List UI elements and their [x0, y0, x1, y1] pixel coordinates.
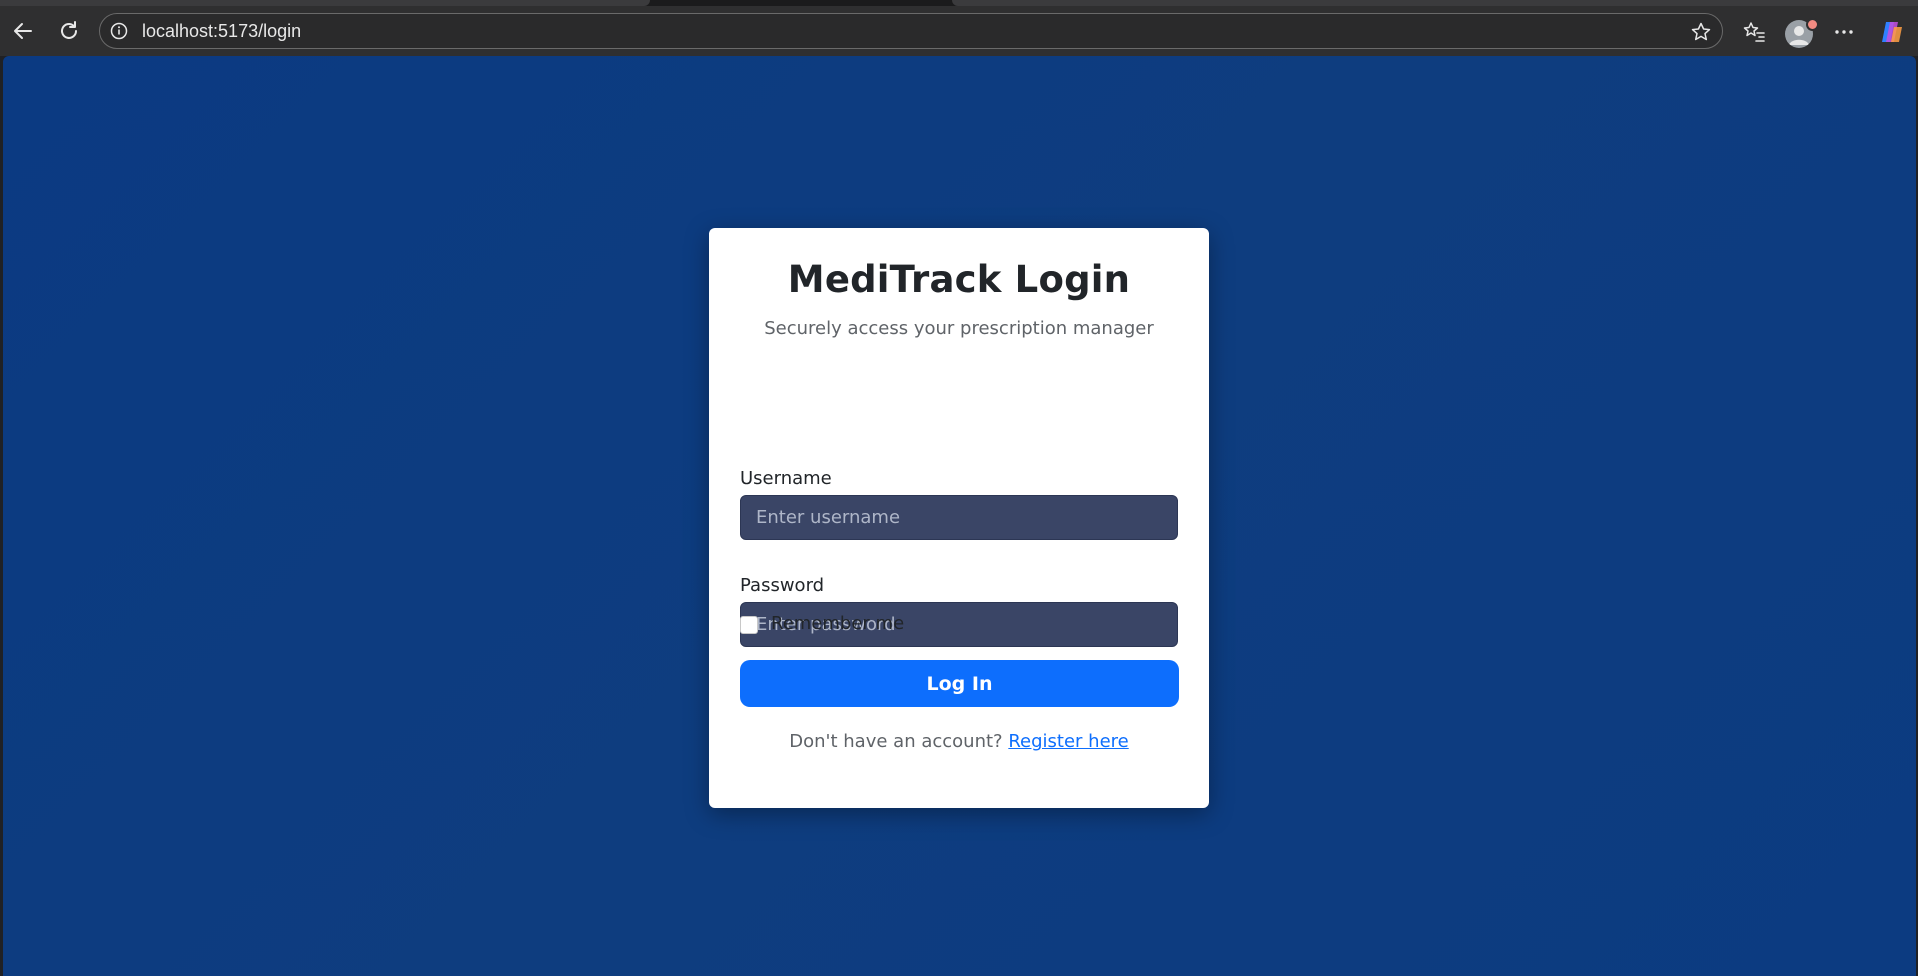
username-input[interactable]: [740, 495, 1178, 540]
copilot-button[interactable]: [1879, 19, 1905, 45]
settings-menu-button[interactable]: [1831, 19, 1857, 45]
page-subtitle: Securely access your prescription manage…: [764, 318, 1154, 339]
remember-me-checkbox[interactable]: [740, 616, 758, 634]
page-viewport: MediTrack Login Securely access your pre…: [3, 56, 1916, 976]
reload-button[interactable]: [54, 16, 84, 46]
register-link[interactable]: Register here: [1008, 731, 1128, 752]
login-card: MediTrack Login Securely access your pre…: [709, 228, 1209, 808]
copilot-icon: [1882, 22, 1902, 42]
username-label: Username: [740, 468, 832, 489]
page-title: MediTrack Login: [787, 258, 1131, 301]
favorites-button[interactable]: [1741, 19, 1767, 45]
login-button[interactable]: Log In: [740, 660, 1179, 707]
more-icon: [1835, 30, 1853, 34]
address-bar[interactable]: localhost:5173/login: [99, 13, 1723, 49]
star-icon[interactable]: [1690, 21, 1712, 43]
url-text[interactable]: localhost:5173/login: [142, 14, 301, 48]
notification-dot: [1806, 18, 1819, 31]
remember-me-label[interactable]: Remember me: [771, 613, 904, 634]
back-button[interactable]: [8, 16, 38, 46]
password-label: Password: [740, 575, 825, 596]
favorites-icon: [1743, 22, 1765, 42]
info-icon[interactable]: [110, 22, 128, 40]
signup-prompt-text: Don't have an account?: [789, 731, 1003, 752]
browser-toolbar: localhost:5173/login: [0, 6, 1918, 56]
signup-prompt: Don't have an account? Register here: [709, 731, 1209, 752]
arrow-left-icon: [14, 23, 32, 39]
reload-icon: [61, 21, 77, 39]
